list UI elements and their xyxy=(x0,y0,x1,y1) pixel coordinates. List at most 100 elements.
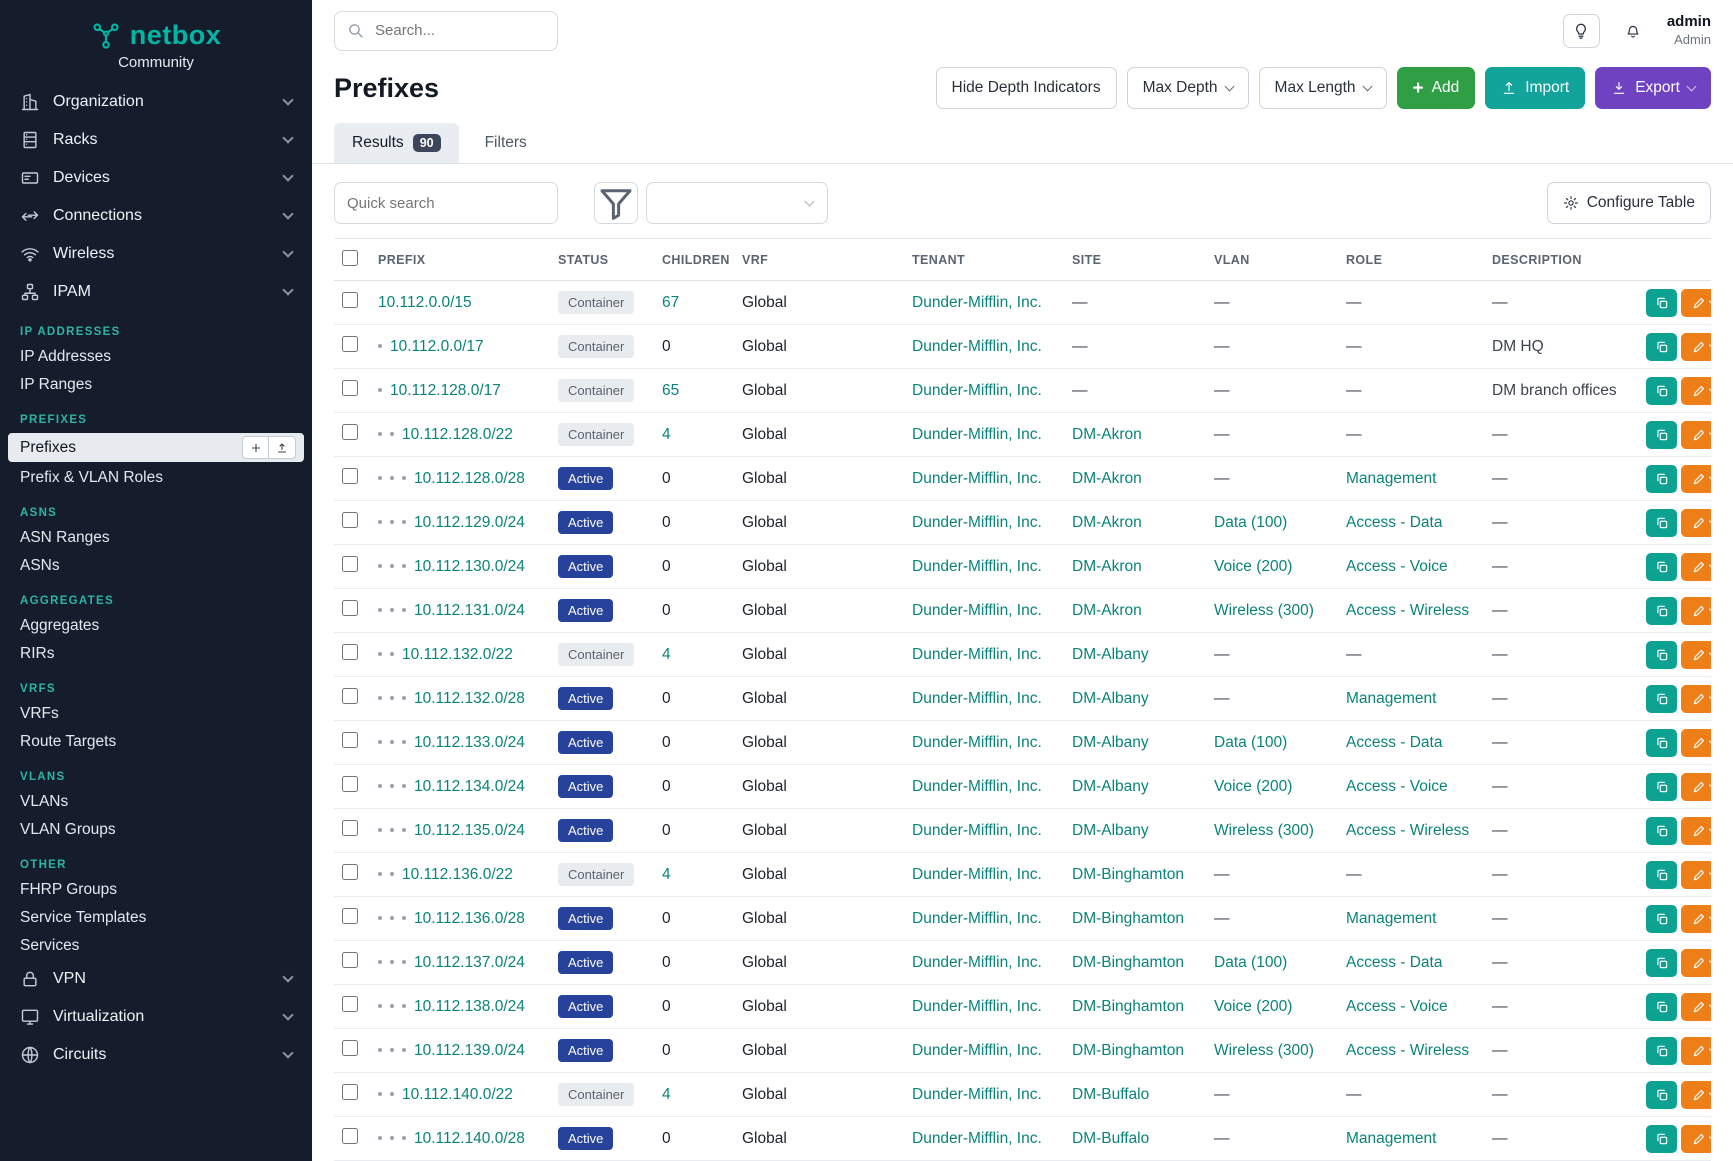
netbox-logo[interactable]: netbox xyxy=(0,0,312,51)
edit-button[interactable] xyxy=(1681,1037,1711,1065)
edit-button[interactable] xyxy=(1681,729,1711,757)
chevron-down-icon[interactable] xyxy=(1709,1001,1711,1009)
row-checkbox[interactable] xyxy=(342,424,358,440)
prefix-link[interactable]: 10.112.138.0/24 xyxy=(414,998,525,1015)
edit-button[interactable] xyxy=(1681,597,1711,625)
vlan-link[interactable]: Data (100) xyxy=(1214,954,1287,971)
prefix-link[interactable]: 10.112.136.0/28 xyxy=(414,910,525,927)
export-button[interactable]: Export xyxy=(1595,67,1711,109)
children-count-link[interactable]: 4 xyxy=(662,646,671,663)
row-checkbox[interactable] xyxy=(342,1084,358,1100)
row-checkbox[interactable] xyxy=(342,820,358,836)
site-link[interactable]: DM-Binghamton xyxy=(1072,910,1184,927)
tenant-link[interactable]: Dunder-Mifflin, Inc. xyxy=(912,514,1042,531)
sidebar-item-prefixes[interactable]: Prefixes xyxy=(8,433,304,462)
role-link[interactable]: Management xyxy=(1346,690,1436,707)
tenant-link[interactable]: Dunder-Mifflin, Inc. xyxy=(912,998,1042,1015)
chevron-down-icon[interactable] xyxy=(1709,297,1711,305)
chevron-down-icon[interactable] xyxy=(1709,429,1711,437)
quick-search-input[interactable] xyxy=(334,182,558,224)
site-link[interactable]: DM-Buffalo xyxy=(1072,1130,1149,1147)
edit-button[interactable] xyxy=(1681,861,1711,889)
tenant-link[interactable]: Dunder-Mifflin, Inc. xyxy=(912,294,1042,311)
tenant-link[interactable]: Dunder-Mifflin, Inc. xyxy=(912,778,1042,795)
row-checkbox[interactable] xyxy=(342,556,358,572)
sidebar-item-vlans[interactable]: VLANs xyxy=(0,788,312,816)
tab-filters[interactable]: Filters xyxy=(467,123,545,163)
tenant-link[interactable]: Dunder-Mifflin, Inc. xyxy=(912,1130,1042,1147)
import-button[interactable]: Import xyxy=(1485,67,1585,109)
edit-button[interactable] xyxy=(1681,817,1711,845)
column-header-tenant[interactable]: TENANT xyxy=(904,239,1064,281)
sidebar-item-asn-ranges[interactable]: ASN Ranges xyxy=(0,524,312,552)
chevron-down-icon[interactable] xyxy=(1709,341,1711,349)
children-count-link[interactable]: 67 xyxy=(662,294,679,311)
tenant-link[interactable]: Dunder-Mifflin, Inc. xyxy=(912,426,1042,443)
prefix-link[interactable]: 10.112.0.0/15 xyxy=(378,294,472,311)
role-link[interactable]: Access - Voice xyxy=(1346,778,1448,795)
edit-button[interactable] xyxy=(1681,1125,1711,1153)
row-checkbox[interactable] xyxy=(342,512,358,528)
site-link[interactable]: DM-Albany xyxy=(1072,646,1149,663)
tenant-link[interactable]: Dunder-Mifflin, Inc. xyxy=(912,866,1042,883)
clone-button[interactable] xyxy=(1646,729,1677,757)
sidebar-item-route-targets[interactable]: Route Targets xyxy=(0,728,312,756)
site-link[interactable]: DM-Binghamton xyxy=(1072,998,1184,1015)
prefix-link[interactable]: 10.112.135.0/24 xyxy=(414,822,525,839)
edit-button[interactable] xyxy=(1681,333,1711,361)
sidebar-item-vlan-groups[interactable]: VLAN Groups xyxy=(0,816,312,844)
chevron-down-icon[interactable] xyxy=(1709,737,1711,745)
site-link[interactable]: DM-Albany xyxy=(1072,778,1149,795)
clone-button[interactable] xyxy=(1646,905,1677,933)
sidebar-item-devices[interactable]: Devices xyxy=(0,159,312,197)
prefix-link[interactable]: 10.112.140.0/28 xyxy=(414,1130,525,1147)
clone-button[interactable] xyxy=(1646,377,1677,405)
role-link[interactable]: Management xyxy=(1346,1130,1436,1147)
sidebar-item-circuits[interactable]: Circuits xyxy=(0,1036,312,1074)
edit-button[interactable] xyxy=(1681,289,1711,317)
prefix-link[interactable]: 10.112.139.0/24 xyxy=(414,1042,525,1059)
edit-button[interactable] xyxy=(1681,993,1711,1021)
column-header-vrf[interactable]: VRF xyxy=(734,239,904,281)
vlan-link[interactable]: Voice (200) xyxy=(1214,998,1292,1015)
sidebar-item-ip-addresses[interactable]: IP Addresses xyxy=(0,343,312,371)
column-header-children[interactable]: CHILDREN xyxy=(654,239,734,281)
site-link[interactable]: DM-Albany xyxy=(1072,734,1149,751)
role-link[interactable]: Management xyxy=(1346,470,1436,487)
column-header-status[interactable]: STATUS xyxy=(550,239,654,281)
tenant-link[interactable]: Dunder-Mifflin, Inc. xyxy=(912,1086,1042,1103)
edit-button[interactable] xyxy=(1681,553,1711,581)
hide-depth-indicators-button[interactable]: Hide Depth Indicators xyxy=(936,67,1117,109)
row-checkbox[interactable] xyxy=(342,908,358,924)
chevron-down-icon[interactable] xyxy=(1709,561,1711,569)
role-link[interactable]: Access - Data xyxy=(1346,514,1442,531)
clone-button[interactable] xyxy=(1646,817,1677,845)
prefix-link[interactable]: 10.112.129.0/24 xyxy=(414,514,525,531)
children-count-link[interactable]: 4 xyxy=(662,1086,671,1103)
role-link[interactable]: Management xyxy=(1346,910,1436,927)
site-link[interactable]: DM-Akron xyxy=(1072,602,1142,619)
tenant-link[interactable]: Dunder-Mifflin, Inc. xyxy=(912,690,1042,707)
sidebar-item-fhrp-groups[interactable]: FHRP Groups xyxy=(0,876,312,904)
vlan-link[interactable]: Data (100) xyxy=(1214,514,1287,531)
prefix-link[interactable]: 10.112.133.0/24 xyxy=(414,734,525,751)
site-link[interactable]: DM-Binghamton xyxy=(1072,954,1184,971)
role-link[interactable]: Access - Voice xyxy=(1346,998,1448,1015)
vlan-link[interactable]: Wireless (300) xyxy=(1214,1042,1314,1059)
clone-button[interactable] xyxy=(1646,509,1677,537)
sidebar-item-racks[interactable]: Racks xyxy=(0,121,312,159)
row-checkbox[interactable] xyxy=(342,468,358,484)
vlan-link[interactable]: Voice (200) xyxy=(1214,778,1292,795)
edit-button[interactable] xyxy=(1681,509,1711,537)
row-checkbox[interactable] xyxy=(342,292,358,308)
row-checkbox[interactable] xyxy=(342,952,358,968)
quick-add-button[interactable] xyxy=(242,436,269,459)
column-header-prefix[interactable]: PREFIX xyxy=(370,239,550,281)
clone-button[interactable] xyxy=(1646,949,1677,977)
chevron-down-icon[interactable] xyxy=(1709,693,1711,701)
sidebar-item-virtualization[interactable]: Virtualization xyxy=(0,998,312,1036)
role-link[interactable]: Access - Data xyxy=(1346,954,1442,971)
saved-filter-select[interactable] xyxy=(646,182,828,224)
clone-button[interactable] xyxy=(1646,553,1677,581)
column-header-role[interactable]: ROLE xyxy=(1338,239,1484,281)
